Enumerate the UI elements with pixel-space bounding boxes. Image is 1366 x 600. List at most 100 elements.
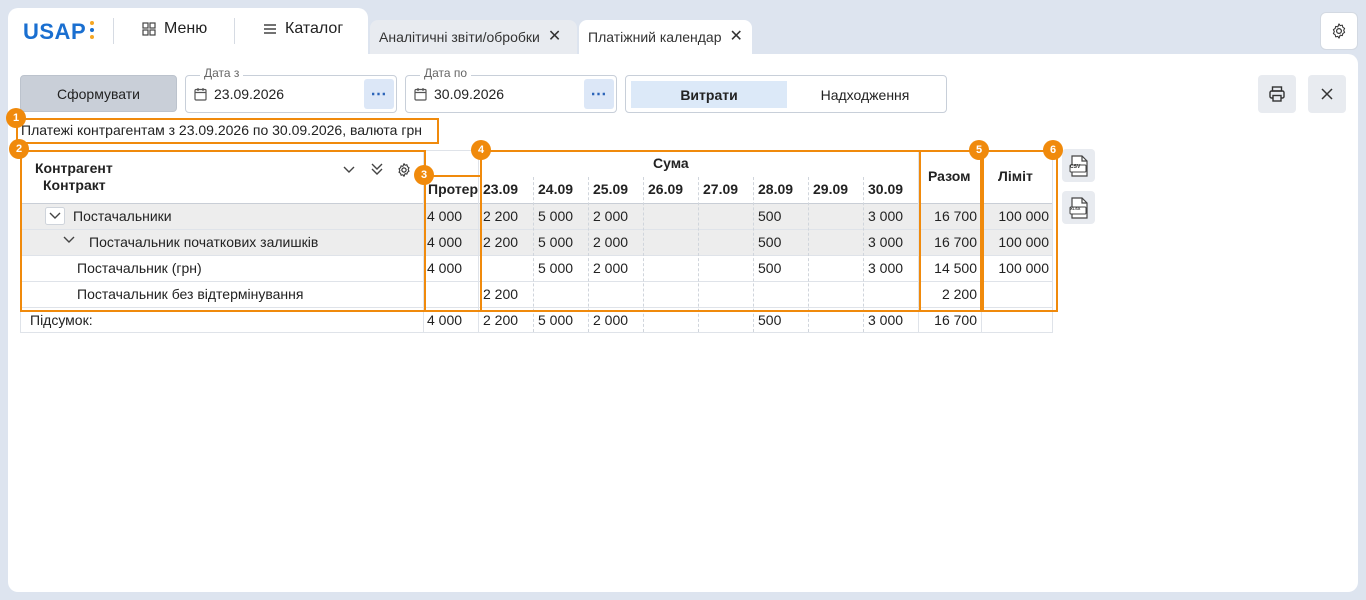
grid-line — [588, 177, 589, 332]
logo-dots — [90, 21, 94, 39]
chevron-down-icon[interactable] — [342, 165, 356, 175]
settings-button[interactable] — [1320, 12, 1358, 50]
payment-table: Контрагент Контракт Протер Сума 23.09 24.… — [20, 150, 1053, 333]
tab-label: Платіжний календар — [588, 29, 722, 45]
date-from-picker-button[interactable]: ⋯ — [364, 79, 394, 109]
table-cell: 16 700 — [934, 312, 977, 328]
calendar-icon — [414, 88, 427, 101]
grid-line — [21, 255, 1052, 256]
chevron-down-icon[interactable] — [62, 234, 76, 246]
table-cell: 4 000 — [427, 260, 463, 276]
menu-button[interactable]: Меню — [142, 20, 207, 38]
table-cell: 14 500 — [934, 260, 977, 276]
table-cell: 2 000 — [593, 260, 629, 276]
close-icon[interactable]: ✕ — [548, 29, 561, 45]
table-cell: 3 000 — [868, 234, 904, 250]
table-cell: 5 000 — [538, 312, 574, 328]
grid-line — [21, 203, 1052, 204]
date-from-value: 23.09.2026 — [214, 86, 285, 102]
table-cell: 5 000 — [538, 208, 574, 224]
toggle-income[interactable]: Надходження — [787, 81, 943, 108]
date-to-value: 30.09.2026 — [434, 86, 505, 102]
table-cell: 500 — [758, 260, 782, 276]
table-cell: 100 000 — [998, 208, 1049, 224]
export-csv-button[interactable]: CSV — [1062, 149, 1095, 182]
annotation-badge: 3 — [414, 165, 434, 185]
row-name[interactable]: Постачальник початкових залишків — [89, 234, 318, 250]
table-cell: 2 200 — [941, 286, 977, 302]
tab-analytic-reports[interactable]: Аналітичні звіти/обробки ✕ — [370, 20, 577, 54]
header-date: 29.09 — [813, 181, 849, 197]
summary-label: Підсумок: — [30, 312, 93, 328]
header-total: Разом — [928, 168, 971, 184]
gear-icon[interactable] — [396, 162, 412, 178]
printer-icon — [1269, 86, 1285, 102]
table-cell: 500 — [758, 312, 782, 328]
print-button[interactable] — [1258, 75, 1296, 113]
annotation-badge: 6 — [1043, 140, 1063, 160]
double-chevron-down-icon[interactable] — [370, 162, 384, 176]
grid-line — [918, 151, 919, 332]
table-cell: 2 200 — [483, 286, 519, 302]
grid-line — [21, 229, 1052, 230]
tab-payment-calendar[interactable]: Платіжний календар ✕ — [579, 20, 752, 54]
header-overdue: Протер — [428, 181, 479, 197]
grid-icon — [142, 22, 156, 36]
table-cell: 3 000 — [868, 208, 904, 224]
header-date: 28.09 — [758, 181, 794, 197]
close-report-button[interactable] — [1308, 75, 1346, 113]
app-logo[interactable]: USAP — [23, 19, 86, 45]
table-cell: 2 200 — [483, 208, 519, 224]
annotation-badge: 5 — [969, 140, 989, 160]
table-cell: 2 200 — [483, 234, 519, 250]
expand-toggle-button[interactable] — [45, 207, 65, 225]
grid-line — [533, 177, 534, 332]
export-xlsx-button[interactable]: XLSX — [1062, 191, 1095, 224]
table-cell: 3 000 — [868, 312, 904, 328]
tab-label: Аналітичні звіти/обробки — [379, 29, 540, 45]
date-to-label: Дата по — [420, 66, 472, 80]
date-to-picker-button[interactable]: ⋯ — [584, 79, 614, 109]
table-cell: 100 000 — [998, 260, 1049, 276]
separator — [234, 18, 235, 44]
hamburger-icon — [264, 24, 276, 34]
header-contract: Контракт — [43, 177, 106, 193]
header-date: 27.09 — [703, 181, 739, 197]
table-cell: 5 000 — [538, 260, 574, 276]
row-name[interactable]: Постачальники — [73, 208, 172, 224]
header-date: 24.09 — [538, 181, 574, 197]
close-icon[interactable]: ✕ — [730, 29, 743, 45]
table-cell: 500 — [758, 234, 782, 250]
grid-line — [643, 177, 644, 332]
grid-line — [21, 307, 1052, 308]
table-cell: 100 000 — [998, 234, 1049, 250]
gear-icon — [1332, 23, 1346, 39]
report-title: Платежі контрагентам з 23.09.2026 по 30.… — [21, 122, 422, 138]
row-name[interactable]: Постачальник (грн) — [77, 260, 202, 276]
header-date: 25.09 — [593, 181, 629, 197]
toggle-expenses[interactable]: Витрати — [631, 81, 787, 108]
date-to-field[interactable]: Дата по 30.09.2026 ⋯ — [405, 66, 617, 113]
table-cell: 4 000 — [427, 234, 463, 250]
table-cell: 2 000 — [593, 234, 629, 250]
table-cell: 4 000 — [427, 208, 463, 224]
table-cell: 2 000 — [593, 208, 629, 224]
catalog-button[interactable]: Каталог — [263, 20, 343, 38]
grid-line — [753, 177, 754, 332]
table-cell: 2 200 — [483, 312, 519, 328]
export-csv-label: CSV — [1070, 164, 1081, 170]
date-from-label: Дата з — [200, 66, 244, 80]
header-date: 26.09 — [648, 181, 684, 197]
grid-line — [981, 151, 982, 332]
grid-line — [478, 151, 479, 332]
row-name[interactable]: Постачальник без відтермінування — [77, 286, 303, 302]
generate-button[interactable]: Сформувати — [20, 75, 177, 112]
table-cell: 3 000 — [868, 260, 904, 276]
grid-line — [863, 177, 864, 332]
header-sum: Сума — [653, 155, 689, 171]
table-cell: 2 000 — [593, 312, 629, 328]
annotation-badge: 4 — [471, 140, 491, 160]
header-date: 23.09 — [483, 181, 519, 197]
date-from-field[interactable]: Дата з 23.09.2026 ⋯ — [185, 66, 397, 113]
calendar-icon — [194, 88, 207, 101]
